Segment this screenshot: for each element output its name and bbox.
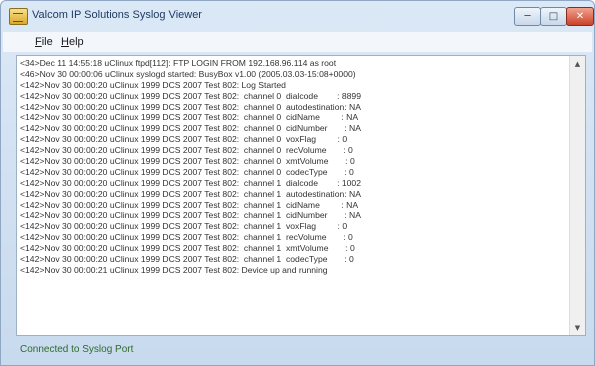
log-text-area[interactable]: <34>Dec 11 14:55:18 uClinux ftpd[112]: F… [16, 55, 586, 336]
status-bar: Connected to Syslog Port [5, 340, 590, 360]
log-line: <142>Nov 30 00:00:20 uClinux 1999 DCS 20… [20, 79, 286, 90]
log-line: <142>Nov 30 00:00:20 uClinux 1999 DCS 20… [20, 243, 355, 254]
log-line: <142>Nov 30 00:00:20 uClinux 1999 DCS 20… [20, 123, 361, 134]
log-line: <142>Nov 30 00:00:20 uClinux 1999 DCS 20… [20, 112, 359, 123]
menu-file-accel: F [35, 36, 42, 48]
vertical-scrollbar[interactable]: ▲ ▼ [569, 56, 585, 335]
scroll-track[interactable] [572, 72, 583, 319]
log-line: <142>Nov 30 00:00:20 uClinux 1999 DCS 20… [20, 101, 361, 112]
log-line: <142>Nov 30 00:00:21 uClinux 1999 DCS 20… [20, 264, 328, 275]
menu-file-label: ile [41, 36, 53, 48]
log-line: <46>Nov 30 00:00:06 uClinux syslogd star… [20, 68, 356, 79]
log-line: <142>Nov 30 00:00:20 uClinux 1999 DCS 20… [20, 166, 354, 177]
log-line: <34>Dec 11 14:55:18 uClinux ftpd[112]: F… [20, 58, 337, 68]
syslog-viewer-window: Valcom IP Solutions Syslog Viewer ─ □ ✕ … [0, 0, 595, 366]
title-bar[interactable]: Valcom IP Solutions Syslog Viewer ─ □ ✕ [1, 1, 594, 31]
menu-help-label: elp [68, 36, 84, 48]
scroll-up-arrow-icon[interactable]: ▲ [570, 56, 585, 71]
log-line: <142>Nov 30 00:00:20 uClinux 1999 DCS 20… [20, 199, 359, 210]
minimize-button[interactable]: ─ [514, 7, 541, 26]
menu-help[interactable]: Help [61, 36, 84, 48]
window-title: Valcom IP Solutions Syslog Viewer [32, 9, 202, 21]
log-line: <142>Nov 30 00:00:20 uClinux 1999 DCS 20… [20, 221, 348, 232]
maximize-button[interactable]: □ [540, 7, 567, 26]
app-icon [9, 8, 28, 25]
log-line: <142>Nov 30 00:00:20 uClinux 1999 DCS 20… [20, 232, 353, 243]
menu-help-accel: H [61, 36, 69, 48]
log-line: <142>Nov 30 00:00:20 uClinux 1999 DCS 20… [20, 145, 353, 156]
menu-file[interactable]: File [35, 36, 53, 48]
log-line: <142>Nov 30 00:00:20 uClinux 1999 DCS 20… [20, 90, 361, 101]
log-lines: <34>Dec 11 14:55:18 uClinux ftpd[112]: F… [20, 58, 568, 332]
scroll-down-arrow-icon[interactable]: ▼ [570, 320, 585, 335]
log-line: <142>Nov 30 00:00:20 uClinux 1999 DCS 20… [20, 134, 348, 145]
log-line: <142>Nov 30 00:00:20 uClinux 1999 DCS 20… [20, 210, 361, 221]
log-line: <142>Nov 30 00:00:20 uClinux 1999 DCS 20… [20, 177, 361, 188]
status-text: Connected to Syslog Port [20, 344, 134, 355]
close-button[interactable]: ✕ [566, 7, 594, 26]
log-line: <142>Nov 30 00:00:20 uClinux 1999 DCS 20… [20, 188, 361, 199]
menu-bar: File Help [3, 32, 592, 52]
log-line: <142>Nov 30 00:00:20 uClinux 1999 DCS 20… [20, 156, 355, 167]
log-line: <142>Nov 30 00:00:20 uClinux 1999 DCS 20… [20, 254, 354, 265]
